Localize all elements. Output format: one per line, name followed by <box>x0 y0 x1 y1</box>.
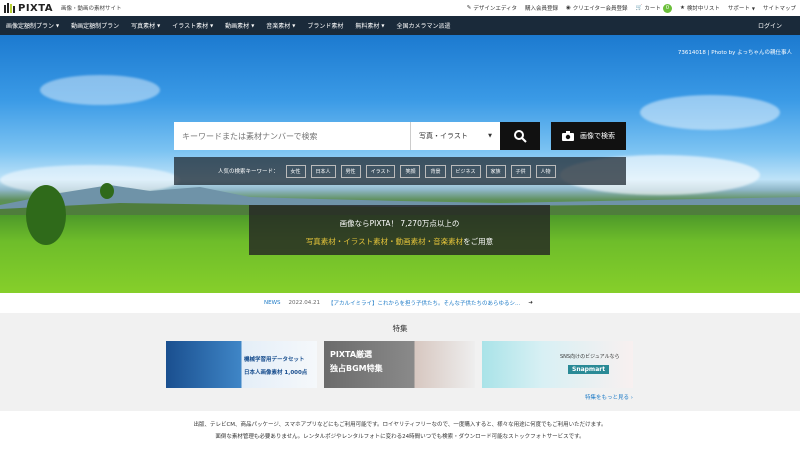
cart-icon: 🛒 <box>635 5 643 11</box>
banner-line2: 写真素材・イラスト素材・動画素材・音楽素材をご用意 <box>305 237 494 246</box>
hero-section: 73614018 | Photo by よっちゃんの親仕事人 写真・イラスト ▼… <box>0 35 800 293</box>
keyword-tag[interactable]: 笑顔 <box>400 164 421 178</box>
card-line1: SNS向けのビジュアルなら <box>560 354 620 360</box>
buyer-register-link[interactable]: 購入会員登録 <box>525 4 558 12</box>
chevron-down-icon: ▼ <box>210 23 214 28</box>
description-line1: 出版、テレビCM、商品パッケージ、スマホアプリなどにもご利用可能です。ロイヤリテ… <box>193 422 607 428</box>
cart-link[interactable]: 🛒 カート 0 <box>635 3 672 13</box>
search-icon <box>514 130 527 143</box>
tree-decoration <box>100 183 114 199</box>
top-bar: PIXTA 画像・動画の素材サイト ✎ デザインエディタ 購入会員登録 ◉ クリ… <box>0 0 800 16</box>
pixta-logo[interactable]: PIXTA <box>4 3 53 14</box>
pencil-icon: ✎ <box>466 5 472 11</box>
feature-card-snapmart[interactable]: SNS向けのビジュアルなら Snapmart <box>482 341 633 388</box>
nav-photos[interactable]: 写真素材 ▼ <box>131 21 160 30</box>
chevron-down-icon: ▼ <box>157 23 161 28</box>
search-bar: 写真・イラスト ▼ <box>174 122 540 150</box>
search-type-select[interactable]: 写真・イラスト ▼ <box>410 122 500 150</box>
chevron-down-icon: ▼ <box>251 23 255 28</box>
keyword-tag[interactable]: 女性 <box>285 164 306 178</box>
search-button[interactable] <box>500 122 540 150</box>
hero-banner: 画像ならPIXTA！ 7,270万点以上の 写真素材・イラスト素材・動画素材・音… <box>249 205 550 255</box>
popular-keywords: 人気の検索キーワード： 女性 日本人 男性 イラスト 笑顔 背景 ビジネス 家族… <box>174 157 626 185</box>
main-nav: 画像定額制プラン ▼ 動画定額制プラン 写真素材 ▼ イラスト素材 ▼ 動画素材 ▼ 音… <box>0 16 800 35</box>
sitemap-link[interactable]: サイトマップ <box>763 4 796 12</box>
banner-highlight[interactable]: 写真素材・イラスト素材・動画素材・音楽素材 <box>306 237 463 246</box>
keyword-tag[interactable]: 日本人 <box>310 164 336 178</box>
tree-decoration <box>26 185 66 245</box>
keyword-tag[interactable]: 家族 <box>485 164 506 178</box>
nav-video-plan[interactable]: 動画定額制プラン <box>71 21 119 30</box>
header-links: ✎ デザインエディタ 購入会員登録 ◉ クリエイター会員登録 🛒 カート 0 ★… <box>467 3 796 13</box>
creator-register-link[interactable]: ◉ クリエイター会員登録 <box>566 4 628 12</box>
news-tag: NEWS <box>264 300 281 306</box>
cloud-decoration <box>40 75 160 105</box>
keyword-tag[interactable]: 子供 <box>510 164 531 178</box>
star-icon: ★ <box>679 5 685 11</box>
logo-text: PIXTA <box>18 2 54 14</box>
cloud-decoration <box>640 95 780 130</box>
design-editor-link[interactable]: ✎ デザインエディタ <box>467 4 517 12</box>
camera-icon: ◉ <box>565 5 571 11</box>
keyword-tag[interactable]: 背景 <box>425 164 446 178</box>
wishlist-link[interactable]: ★ 検討中リスト <box>680 4 720 12</box>
keywords-label: 人気の検索キーワード： <box>218 169 279 175</box>
feature-card-bgm[interactable]: PIXTA厳選 独占BGM特集 <box>324 341 475 388</box>
keyword-tag[interactable]: 人物 <box>535 164 556 178</box>
nav-music[interactable]: 音楽素材 ▼ <box>266 21 295 30</box>
keyword-tag[interactable]: ビジネス <box>450 164 481 178</box>
banner-line1: 画像ならPIXTA！ 7,270万点以上の <box>339 219 460 228</box>
keyword-tag[interactable]: 男性 <box>340 164 361 178</box>
more-features-link[interactable]: 特集をもっと見る › <box>585 393 633 401</box>
news-date: 2022.04.21 <box>288 300 321 306</box>
site-description: 出版、テレビCM、商品パッケージ、スマホアプリなどにもご利用可能です。ロイヤリテ… <box>0 419 800 443</box>
nav-photographer[interactable]: 全国カメラマン派遣 <box>396 21 450 30</box>
card-line1: PIXTA厳選 <box>330 350 373 359</box>
nav-free[interactable]: 無料素材 ▼ <box>355 21 384 30</box>
features-section: 特集 機械学習用データセット 日本人画像素材 1,000点 PIXTA厳選 独占… <box>0 313 800 411</box>
card-line1: 機械学習用データセット <box>244 357 305 363</box>
chevron-down-icon: ▼ <box>381 23 385 28</box>
card-line2: 独占BGM特集 <box>330 364 383 373</box>
news-bar: NEWS 2022.04.21 【アカルイミライ】これからを担う子供たち。そんな… <box>0 293 800 313</box>
card-line2: 日本人画像素材 1,000点 <box>244 370 308 376</box>
nav-illustrations[interactable]: イラスト素材 ▼ <box>172 21 213 30</box>
features-title: 特集 <box>392 324 408 333</box>
photo-credit: 73614018 | Photo by よっちゃんの親仕事人 <box>677 50 792 56</box>
pixta-logo-mark-icon <box>4 3 16 13</box>
chevron-down-icon: ▼ <box>488 133 492 139</box>
support-menu[interactable]: サポート ▼ <box>728 4 755 13</box>
news-link[interactable]: 【アカルイミライ】これからを担う子供たち。そんな子供たちのあらゆるシ... <box>328 299 520 307</box>
nav-videos[interactable]: 動画素材 ▼ <box>225 21 254 30</box>
chevron-down-icon: ▼ <box>56 23 60 28</box>
camera-icon <box>562 131 574 141</box>
chevron-down-icon: ▼ <box>292 23 296 28</box>
tagline: 画像・動画の素材サイト <box>61 6 122 12</box>
nav-brand[interactable]: ブランド素材 <box>307 21 343 30</box>
cart-count-badge: 0 <box>662 3 672 13</box>
card-line2: Snapmart <box>568 365 610 374</box>
next-arrow-icon[interactable]: ➜ <box>528 300 533 306</box>
feature-card-dataset[interactable]: 機械学習用データセット 日本人画像素材 1,000点 <box>166 341 317 388</box>
nav-image-plan[interactable]: 画像定額制プラン ▼ <box>6 21 59 30</box>
chevron-down-icon: ▼ <box>751 5 755 11</box>
search-input[interactable] <box>174 122 410 150</box>
image-search-button[interactable]: 画像で検索 <box>551 122 626 150</box>
description-line2: 面倒な素材管理も必要ありません。レンタルポジやレンタルフォトに変わる24時間いつ… <box>215 434 585 440</box>
keyword-tag[interactable]: イラスト <box>365 164 396 178</box>
login-link[interactable]: ログイン <box>758 21 782 30</box>
